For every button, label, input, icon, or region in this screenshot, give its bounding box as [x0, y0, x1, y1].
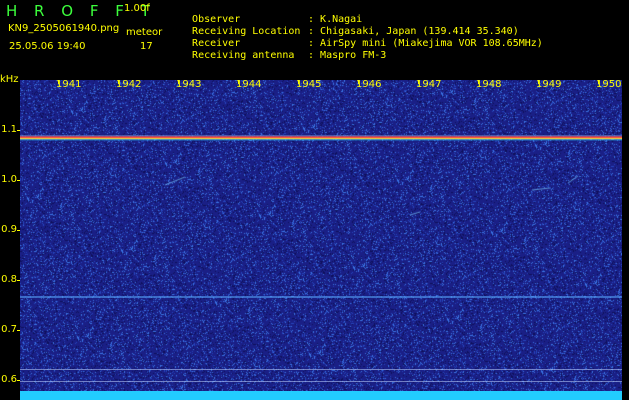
filename-label: KN9_2505061940.png [8, 23, 120, 34]
y-tick-label: 1.0 [1, 174, 17, 185]
version-label: 1.00f [124, 3, 150, 14]
info-label: Receiving antenna [192, 50, 295, 61]
mode-label: meteor [126, 27, 163, 38]
y-tick-label: 0.9 [1, 224, 17, 235]
x-tick-label: 1948 [476, 79, 502, 90]
y-tick-label: 0.7 [1, 324, 17, 335]
x-tick-label: 1949 [536, 79, 562, 90]
y-axis-unit: kHz [0, 74, 19, 85]
x-tick-label: 1946 [356, 79, 382, 90]
x-tick-label: 1941 [56, 79, 82, 90]
x-tick-label: 1947 [416, 79, 442, 90]
weak-carrier-line [20, 296, 622, 298]
spectrogram-plot [20, 80, 622, 400]
info-row-receiver: Receiver: AirSpy mini (Miakejima VOR 108.… [180, 27, 543, 49]
spectrogram-noise [20, 80, 622, 400]
y-tick-label: 1.1 [1, 124, 17, 135]
reference-line [20, 369, 622, 370]
datetime-label: 25.05.06 19:40 [9, 41, 86, 52]
reference-line [20, 381, 622, 382]
count-label: 17 [140, 41, 153, 52]
x-tick-label: 1950 [596, 79, 622, 90]
x-tick-label: 1944 [236, 79, 262, 90]
noise-floor-band [20, 391, 622, 400]
carrier-signal-line [20, 135, 622, 141]
x-tick-label: 1945 [296, 79, 322, 90]
info-row-antenna: Receiving antenna: Maspro FM-3 [180, 39, 386, 61]
y-tick-label: 0.8 [1, 274, 17, 285]
y-tick-label: 0.6 [1, 374, 17, 385]
x-tick-label: 1943 [176, 79, 202, 90]
info-row-observer: Observer: K.Nagai [180, 3, 362, 25]
info-value: Maspro FM-3 [320, 50, 387, 61]
x-tick-label: 1942 [116, 79, 142, 90]
info-separator: : [308, 50, 315, 61]
info-row-location: Receiving Location: Chigasaki, Japan (139… [180, 15, 519, 37]
